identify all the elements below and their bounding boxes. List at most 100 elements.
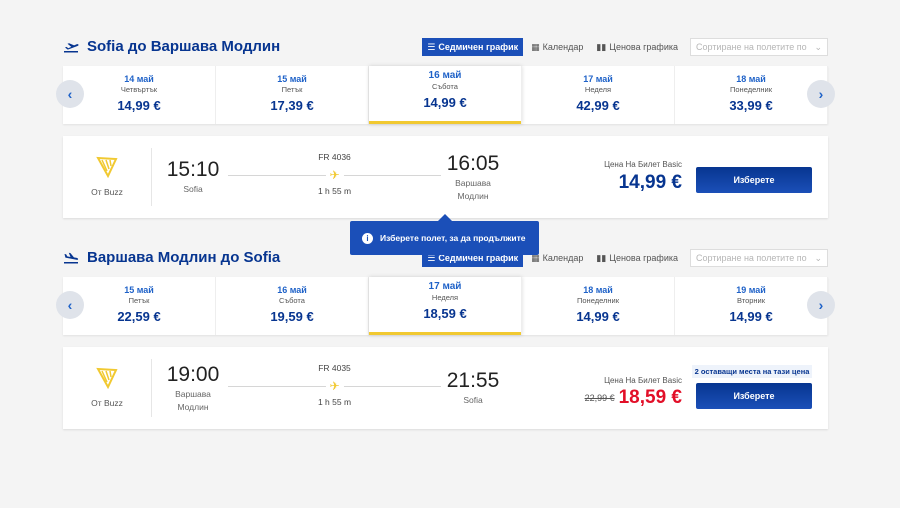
weekday-label: Събота xyxy=(279,296,305,305)
bar-chart-icon: ▮▮ xyxy=(596,41,607,52)
next-dates-button[interactable]: › xyxy=(807,80,835,108)
date-price: 42,99 € xyxy=(576,98,620,113)
outbound-flight-card[interactable]: От Buzz 15:10 Sofia FR 4036 ✈ 1 h 55 m 1… xyxy=(63,136,828,218)
select-flight-button[interactable]: Изберете xyxy=(696,167,812,193)
arrival-time: 16:05 xyxy=(446,152,500,175)
flight-number: FR 4035 xyxy=(318,363,351,373)
chevron-right-icon: › xyxy=(818,86,824,102)
date-label: 17 май xyxy=(583,74,613,84)
date-label: 15 май xyxy=(124,285,154,295)
chevron-left-icon: ‹ xyxy=(67,86,73,102)
select-button-label: Изберете xyxy=(733,175,775,185)
date-cell[interactable]: 15 май Петък 22,59 € xyxy=(63,277,216,335)
plane-icon: ✈ xyxy=(325,379,344,393)
flight-info: FR 4035 ✈ 1 h 55 m xyxy=(228,363,441,407)
harp-logo-icon xyxy=(96,367,118,389)
flight-path-line: ✈ xyxy=(228,168,441,182)
tab-weekly-schedule[interactable]: ☰ Седмичен график xyxy=(422,38,524,56)
date-label: 14 май xyxy=(124,74,154,84)
weekday-label: Вторник xyxy=(736,296,766,305)
arrival-plane-icon xyxy=(64,252,79,263)
date-cell[interactable]: 18 май Понеделник 33,99 € xyxy=(675,66,828,124)
price-value: 14,99 € xyxy=(618,172,682,193)
weekday-label: Неделя xyxy=(584,85,612,94)
select-flight-tooltip: i Изберете полет, за да продължите xyxy=(350,214,539,255)
date-price: 14,99 € xyxy=(423,95,467,110)
date-label: 16 май xyxy=(428,70,462,81)
divider xyxy=(151,359,152,417)
airline-block: От Buzz xyxy=(63,136,151,218)
date-cell[interactable]: 15 май Петък 17,39 € xyxy=(216,66,369,124)
chevron-left-icon: ‹ xyxy=(67,297,73,313)
return-title-text: Варшава Модлин до Sofia xyxy=(87,249,281,266)
date-cell-selected[interactable]: 17 май Неделя 18,59 € xyxy=(369,277,522,335)
date-cell[interactable]: 18 май Понеделник 14,99 € xyxy=(522,277,675,335)
info-icon: i xyxy=(362,232,373,244)
date-cell[interactable]: 19 май Вторник 14,99 € xyxy=(675,277,828,335)
weekday-label: Събота xyxy=(432,82,458,91)
chevron-down-icon: ⌄ xyxy=(814,252,822,263)
date-price: 17,39 € xyxy=(270,98,314,113)
prev-dates-button[interactable]: ‹ xyxy=(56,291,84,319)
fare-price: 22,99 €18,59 € xyxy=(585,387,682,409)
tab-calendar[interactable]: ▦ Календар xyxy=(526,38,589,56)
weekday-label: Четвъртък xyxy=(120,85,158,94)
fare-price: 14,99 € xyxy=(619,172,682,194)
tab-label: Ценова графика xyxy=(609,253,678,263)
flight-duration: 1 h 55 m xyxy=(317,397,352,407)
departure-city: Варшава xyxy=(175,389,211,399)
chevron-right-icon: › xyxy=(818,297,824,313)
departure-time: 19:00 xyxy=(166,363,220,386)
airline-block: От Buzz xyxy=(63,347,151,429)
date-price: 18,59 € xyxy=(423,306,467,321)
outbound-title: Sofia до Варшава Модлин xyxy=(63,38,280,55)
divider xyxy=(151,148,152,206)
seats-remaining-badge: 2 оставащи места на тази цена xyxy=(692,365,812,378)
calendar-icon: ▦ xyxy=(531,41,540,52)
price-type-label: Цена На Билет Basic xyxy=(604,160,682,169)
date-price: 14,99 € xyxy=(117,98,161,113)
harp-logo-icon xyxy=(96,156,118,178)
date-label: 19 май xyxy=(736,285,766,295)
date-label: 18 май xyxy=(583,285,613,295)
list-icon: ☰ xyxy=(427,41,436,52)
date-cell[interactable]: 16 май Събота 19,59 € xyxy=(216,277,369,335)
outbound-title-text: Sofia до Варшава Модлин xyxy=(87,38,281,55)
sort-select[interactable]: Сортиране на полетите по ⌄ xyxy=(690,38,828,56)
return-section: Варшава Модлин до Sofia ☰ Седмичен графи… xyxy=(56,249,835,335)
weekday-label: Понеделник xyxy=(730,85,772,94)
operator-label: От Buzz xyxy=(91,398,123,408)
weekday-label: Петък xyxy=(281,85,303,94)
tab-price-chart[interactable]: ▮▮ Ценова графика xyxy=(591,38,683,56)
date-price: 14,99 € xyxy=(729,309,773,324)
prev-dates-button[interactable]: ‹ xyxy=(56,80,84,108)
sort-select[interactable]: Сортиране на полетите по ⌄ xyxy=(690,249,828,267)
flight-duration: 1 h 55 m xyxy=(317,186,352,196)
bar-chart-icon: ▮▮ xyxy=(596,252,607,263)
outbound-date-carousel: ‹ 14 май Четвъртък 14,99 € 15 май Петък … xyxy=(56,66,835,124)
departure-time: 15:10 xyxy=(166,158,220,181)
outbound-header: Sofia до Варшава Модлин ☰ Седмичен графи… xyxy=(63,38,828,66)
arrival-time: 21:55 xyxy=(446,369,500,392)
date-cell-selected[interactable]: 16 май Събота 14,99 € xyxy=(369,66,522,124)
departure-block: 19:00 Варшава Модлин xyxy=(163,363,223,413)
outbound-view-controls: ☰ Седмичен график ▦ Календар ▮▮ Ценова г… xyxy=(422,38,828,56)
date-label: 18 май xyxy=(736,74,766,84)
tab-label: Ценова графика xyxy=(609,42,678,52)
departure-plane-icon xyxy=(64,42,79,52)
tab-price-chart[interactable]: ▮▮ Ценова графика xyxy=(591,249,683,267)
arrival-block: 21:55 Sofia xyxy=(443,369,503,406)
date-price: 14,99 € xyxy=(576,309,620,324)
select-flight-button[interactable]: Изберете xyxy=(696,383,812,409)
tab-label: Седмичен график xyxy=(438,42,519,52)
date-cell[interactable]: 14 май Четвъртък 14,99 € xyxy=(63,66,216,124)
arrival-city: Варшава xyxy=(455,178,491,188)
weekday-label: Неделя xyxy=(431,293,459,302)
arrival-block: 16:05 Варшава Модлин xyxy=(443,152,503,202)
return-date-carousel: ‹ 15 май Петък 22,59 € 16 май Събота 19,… xyxy=(56,277,835,335)
select-button-label: Изберете xyxy=(733,391,775,401)
return-flight-card[interactable]: От Buzz 19:00 Варшава Модлин FR 4035 ✈ 1… xyxy=(63,347,828,429)
date-cell[interactable]: 17 май Неделя 42,99 € xyxy=(522,66,675,124)
next-dates-button[interactable]: › xyxy=(807,291,835,319)
arrival-city: Модлин xyxy=(457,191,489,201)
